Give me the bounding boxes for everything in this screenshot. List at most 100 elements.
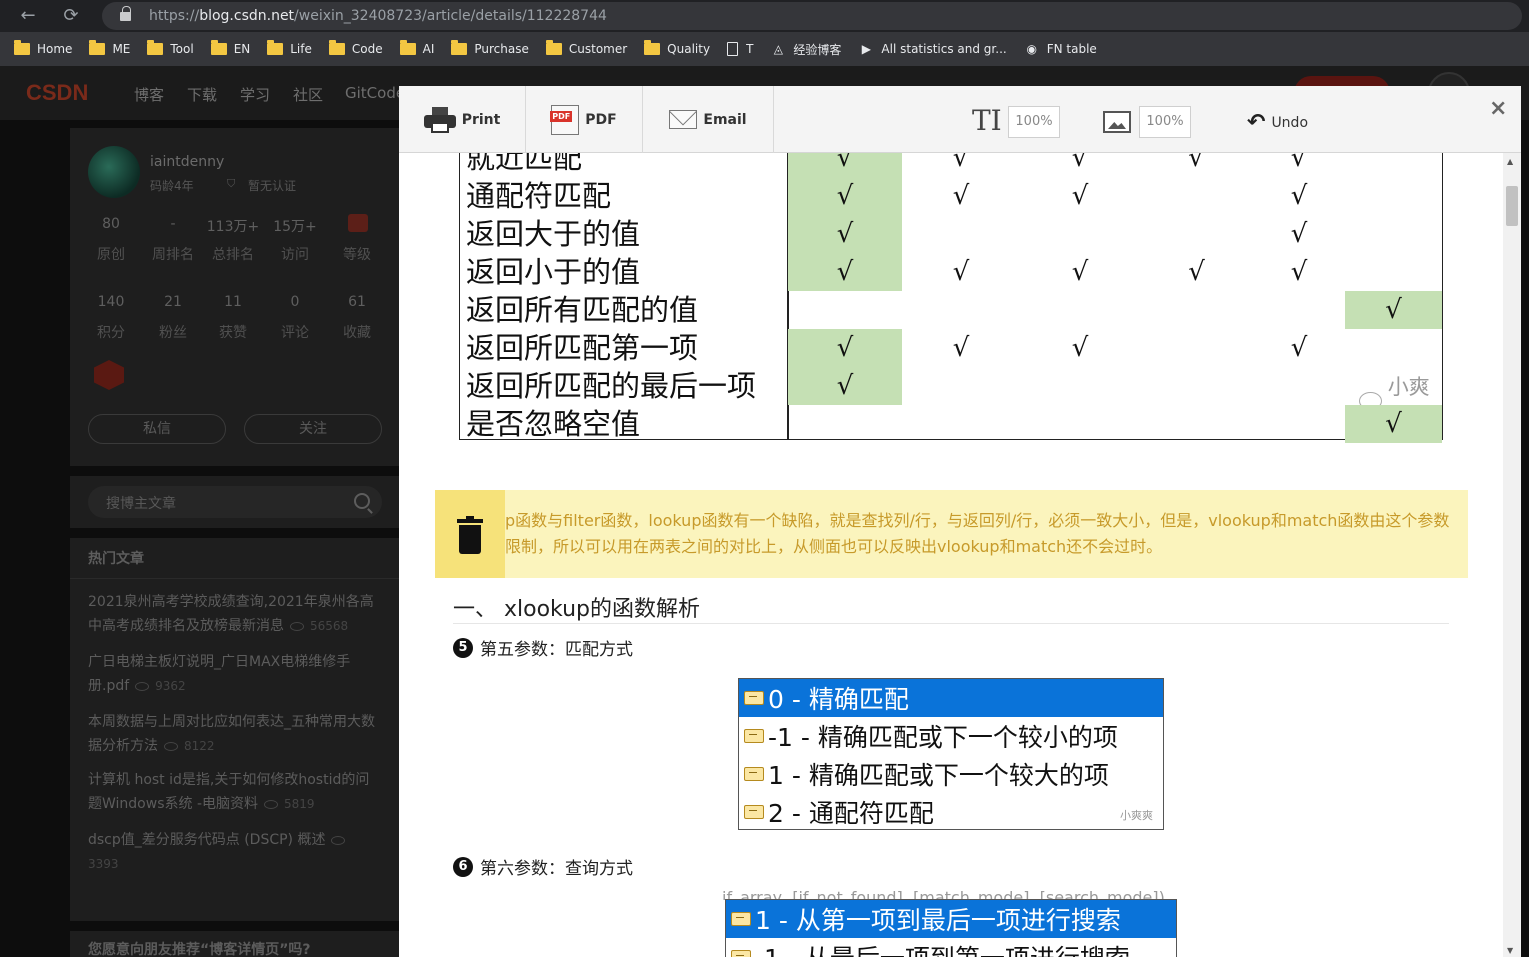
close-icon[interactable]: ×	[1489, 96, 1507, 121]
nav-learn[interactable]: 学习	[240, 84, 270, 105]
hot-article-item[interactable]: 2021泉州高考学校成绩查询,2021年泉州各高中高考成绩排名及放榜最新消息 56…	[88, 590, 382, 638]
lock-icon[interactable]	[120, 6, 131, 22]
nav-gitcode[interactable]: GitCode	[345, 84, 405, 102]
message-button[interactable]: 私信	[88, 414, 226, 444]
row-label: 是否忽略空值	[466, 407, 641, 441]
function-icon	[744, 729, 764, 743]
bookmark-4[interactable]: Life	[267, 40, 312, 56]
bookmark-10[interactable]: T	[727, 42, 753, 56]
image-size-icon[interactable]	[1103, 111, 1131, 133]
author-avatar[interactable]	[88, 146, 140, 198]
folder-icon	[399, 40, 416, 55]
bookmark-0[interactable]: Home	[14, 40, 72, 56]
reload-icon[interactable]: ⟳	[58, 4, 84, 28]
print-button[interactable]: Print	[399, 86, 526, 153]
function-icon	[744, 805, 764, 819]
scroll-up-arrow-icon[interactable]: ▲	[1507, 157, 1513, 166]
table-cell	[1253, 367, 1345, 405]
bookmark-13[interactable]: ◉ FN table	[1024, 41, 1096, 57]
table-cell: √	[952, 181, 970, 211]
hot-article-title: 计算机 host id是指,关于如何修改hostid的问题Windows系统 -…	[88, 772, 370, 812]
hot-article-views: 9362	[155, 679, 186, 693]
stat-value: -	[170, 216, 176, 232]
hot-articles-title: 热门文章	[88, 551, 144, 567]
text-size-icon[interactable]: TI	[972, 107, 1002, 135]
stat-label: 等级	[343, 247, 371, 263]
hot-article-item[interactable]: dscp值_差分服务代码点 (DSCP) 概述 3393	[88, 828, 382, 876]
table-cell: √	[1071, 333, 1089, 363]
text-size-input[interactable]: 100%	[1008, 106, 1060, 138]
author-search-input[interactable]: 搜博主文章	[88, 486, 382, 518]
bookmark-11[interactable]: ◬ 经验博客	[770, 41, 842, 58]
stat-label: 粉丝	[159, 325, 187, 341]
folder-icon	[545, 40, 562, 55]
table-cell: √	[1071, 257, 1089, 287]
table-row: 就近匹配 √ √ √ √ √	[460, 153, 1442, 177]
address-bar[interactable]: https://blog.csdn.net/weixin_32408723/ar…	[102, 2, 1522, 30]
hot-article-item[interactable]: 本周数据与上周对比应如何表达_五种常用大数据分析方法 8122	[88, 710, 382, 758]
function-icon	[731, 912, 751, 926]
favicon-icon: ◉	[1026, 42, 1037, 56]
author-name[interactable]: iaintdenny	[150, 154, 224, 170]
email-button[interactable]: Email	[643, 86, 774, 153]
badge-icon[interactable]	[94, 360, 124, 390]
trash-icon[interactable]	[457, 516, 483, 554]
nav-community[interactable]: 社区	[293, 84, 323, 105]
function-icon	[731, 950, 751, 957]
hot-article-item[interactable]: 广日电梯主板灯说明_广日MAX电梯维修手册.pdf 9362	[88, 650, 382, 698]
option-label: 1 - 从第一项到最后一项进行搜索	[755, 906, 1121, 935]
bookmark-7[interactable]: Purchase	[451, 40, 529, 56]
search-icon[interactable]	[354, 493, 370, 509]
table-cell	[902, 215, 1020, 253]
pdf-button[interactable]: PDF PDF	[526, 86, 643, 153]
hot-article-item[interactable]: 计算机 host id是指,关于如何修改hostid的问题Windows系统 -…	[88, 768, 382, 816]
recommend-prompt: 您愿意向朋友推荐“博客详情页”吗?	[70, 931, 400, 957]
csdn-logo[interactable]: CSDN	[26, 80, 88, 106]
nav-download[interactable]: 下载	[187, 84, 217, 105]
table-cell	[1140, 291, 1253, 329]
bookmark-12[interactable]: ▶ All statistics and gr...	[858, 41, 1007, 57]
scroll-thumb[interactable]	[1506, 186, 1518, 226]
table-row: 是否忽略空值 √	[460, 405, 1442, 443]
follow-button[interactable]: 关注	[244, 414, 382, 444]
scrollbar[interactable]: ▲ ▼	[1503, 153, 1521, 957]
stat-label: 周排名	[152, 247, 194, 263]
bookmark-label: Quality	[667, 42, 711, 56]
option-label: 2 - 通配符匹配	[768, 799, 934, 828]
table-cell: √	[788, 253, 902, 291]
table-cell	[902, 291, 1020, 329]
image-size-input[interactable]: 100%	[1139, 106, 1191, 138]
table-cell	[1345, 215, 1442, 253]
row-label: 返回所匹配第一项	[466, 331, 699, 365]
table-cell	[788, 405, 902, 443]
eye-icon	[135, 681, 150, 691]
table-cell: √	[1290, 333, 1308, 363]
bookmark-8[interactable]: Customer	[545, 40, 627, 56]
back-arrow-icon[interactable]: ←	[15, 4, 41, 28]
bookmark-6[interactable]: AI	[399, 40, 434, 56]
bookmark-1[interactable]: ME	[89, 40, 130, 56]
row-label: 返回所有匹配的值	[466, 293, 699, 327]
match-mode-dropdown-image: 2 - 通配符匹配 1 - 精确匹配或下一个较大的项 -1 - 精确匹配或下一个较小…	[738, 678, 1164, 830]
table-cell	[1020, 291, 1140, 329]
hot-article-views: 56568	[310, 619, 349, 633]
bookmark-3[interactable]: EN	[210, 40, 250, 56]
table-cell	[1140, 329, 1253, 367]
table-cell: √	[1290, 153, 1308, 173]
undo-button[interactable]: ↶ Undo	[1247, 110, 1308, 135]
table-row: 返回所有匹配的值 √	[460, 291, 1442, 329]
table-cell: √	[952, 153, 970, 173]
bookmark-5[interactable]: Code	[328, 40, 383, 56]
row-label: 返回大于的值	[466, 217, 641, 251]
shield-icon: ⛉	[227, 177, 236, 190]
param6-text: 6 第六参数：查询方式	[453, 854, 633, 879]
print-toolbar: Print PDF PDF Email TI 100% 100% ↶ Undo …	[399, 86, 1521, 153]
nav-blog[interactable]: 博客	[134, 84, 164, 105]
scroll-down-arrow-icon[interactable]: ▼	[1507, 946, 1513, 955]
bookmark-9[interactable]: Quality	[644, 40, 711, 56]
bookmark-label: Life	[290, 42, 312, 56]
table-cell	[1140, 405, 1253, 443]
folder-icon	[14, 40, 30, 55]
article-content: 小爽爽 就近匹配√√√√√通配符匹配√√√√返回大于的值√√返回小于的值√√√√…	[399, 153, 1503, 957]
bookmark-2[interactable]: Tool	[147, 40, 194, 56]
